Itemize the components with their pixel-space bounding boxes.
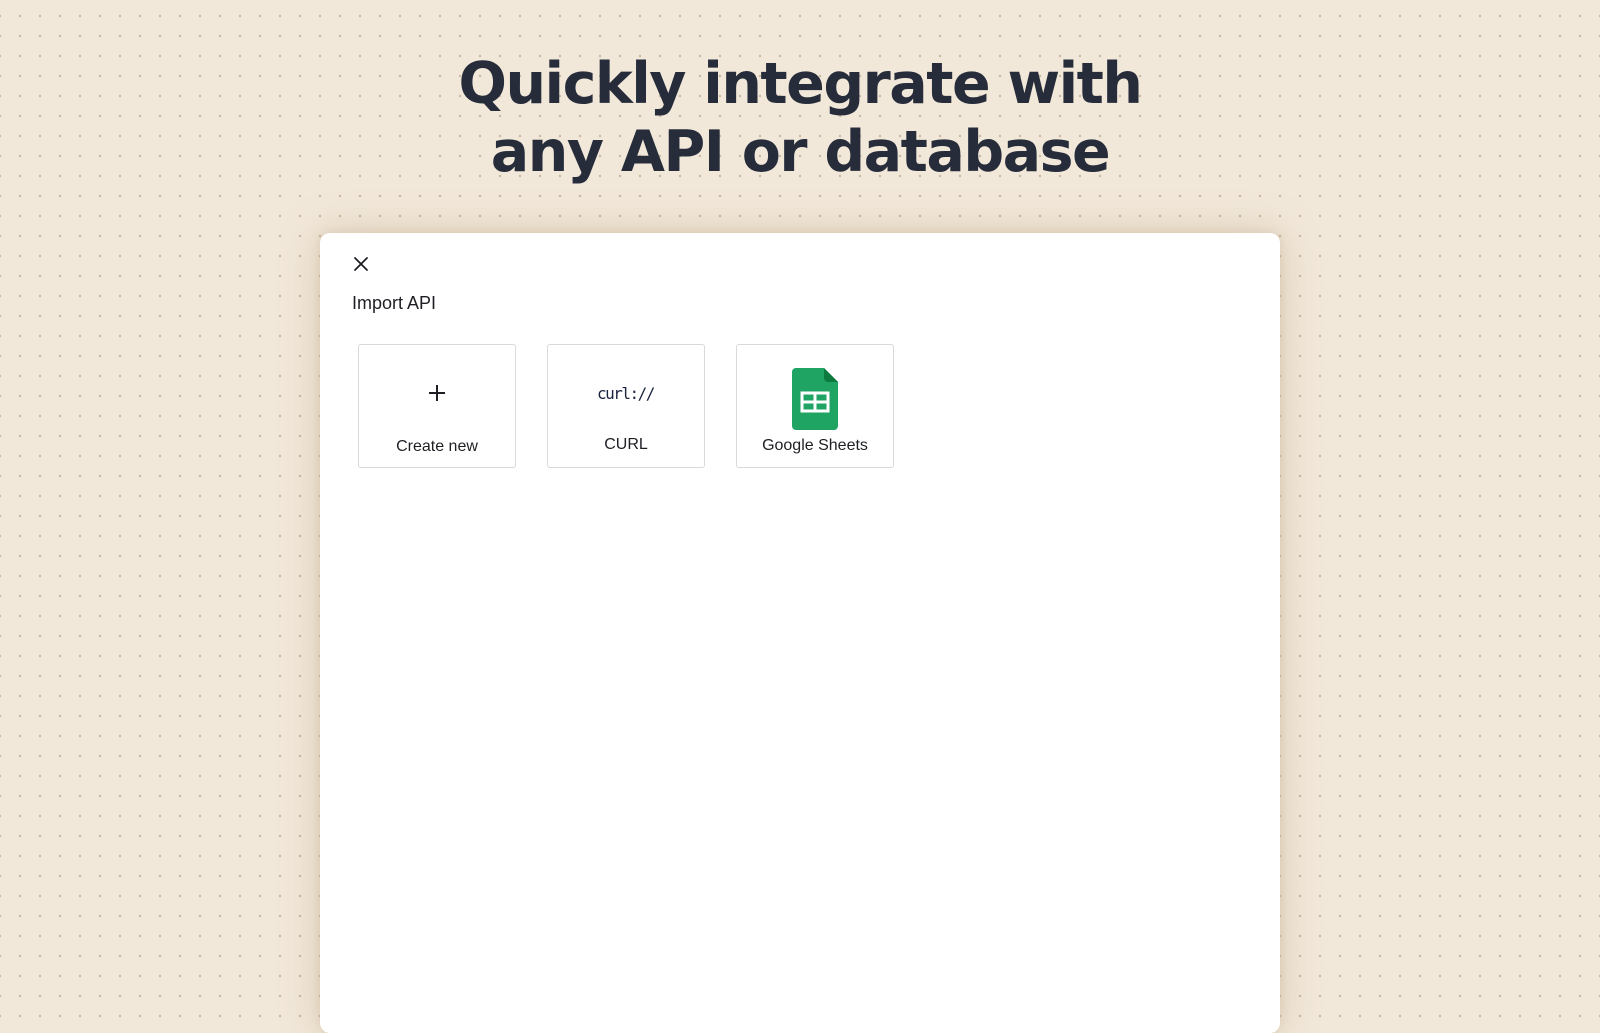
curl-logo-icon: curl://	[597, 384, 656, 403]
create-new-label: Create new	[396, 438, 478, 455]
close-button[interactable]	[348, 251, 374, 277]
close-icon	[354, 257, 368, 271]
hero-heading: Quickly integrate with any API or databa…	[0, 50, 1600, 186]
hero-heading-line-2: any API or database	[490, 119, 1111, 185]
create-new-card[interactable]: Create new	[358, 344, 516, 468]
google-sheets-card[interactable]: Google Sheets	[736, 344, 894, 468]
import-options: Create new curl:// CURL Google Sheets	[358, 344, 894, 468]
plus-icon	[429, 385, 445, 401]
curl-logo-text: curl://	[597, 384, 655, 403]
curl-card[interactable]: curl:// CURL	[547, 344, 705, 468]
dialog-title: Import API	[352, 293, 437, 313]
curl-label: CURL	[604, 436, 648, 453]
google-sheets-icon	[792, 368, 838, 430]
google-sheets-label: Google Sheets	[762, 437, 868, 454]
import-api-dialog: Import API Create new curl:// CURL Googl…	[320, 233, 1280, 1033]
hero-heading-line-1: Quickly integrate with	[458, 51, 1143, 117]
